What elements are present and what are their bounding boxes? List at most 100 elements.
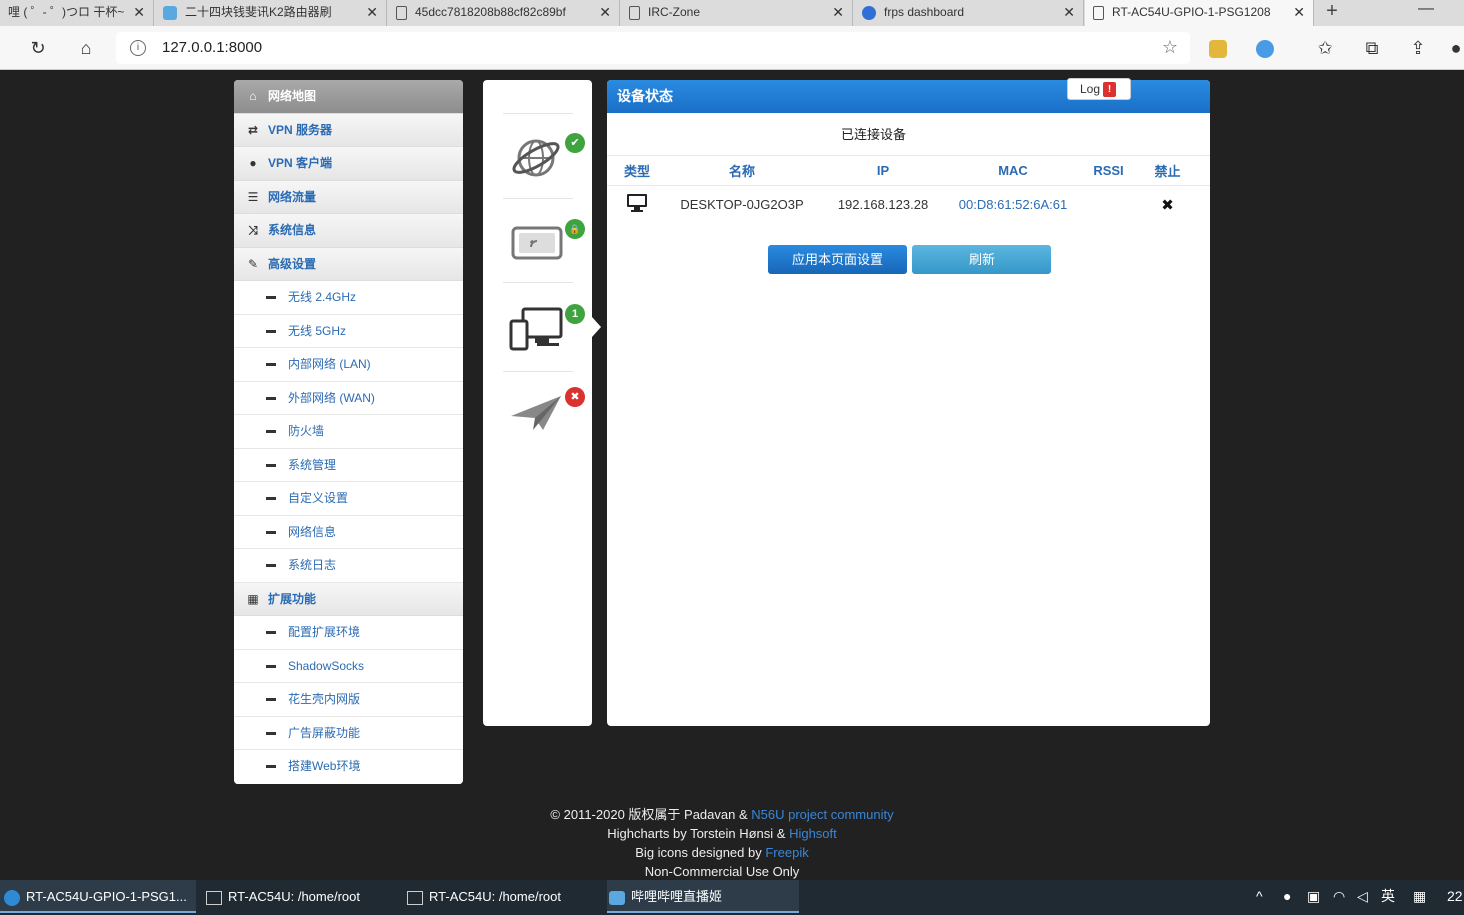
column-header[interactable]: RSSI <box>1077 155 1140 186</box>
taskbar-item-browser[interactable]: RT-AC54U-GPIO-1-PSG1... <box>0 880 196 913</box>
sidebar-subitem-administration[interactable]: 系统管理 <box>234 448 463 482</box>
log-alert-badge: ! <box>1103 82 1117 98</box>
collections-icon[interactable]: ⧉ <box>1361 36 1383 60</box>
close-icon[interactable]: ✕ <box>1063 0 1075 24</box>
os-taskbar: RT-AC54U-GPIO-1-PSG1... RT-AC54U: /home/… <box>0 880 1464 915</box>
column-header[interactable]: IP <box>817 155 949 186</box>
usb-paper-plane-icon[interactable] <box>509 384 567 442</box>
refresh-button[interactable]: 刷新 <box>912 245 1052 274</box>
clock[interactable]: 22 <box>1447 880 1463 913</box>
taskbar-item-terminal[interactable]: RT-AC54U: /home/root <box>204 880 399 913</box>
info-icon[interactable]: i <box>130 40 146 56</box>
internet-status-badge: ✔ <box>565 133 585 153</box>
sidebar-subitem-ext-env[interactable]: 配置扩展环境 <box>234 616 463 650</box>
footer-link[interactable]: Highsoft <box>789 826 837 841</box>
taskbar-item-terminal[interactable]: RT-AC54U: /home/root <box>405 880 600 913</box>
column-header[interactable]: MAC <box>949 155 1077 186</box>
divider <box>503 113 573 114</box>
keyboard-icon[interactable]: ▦ <box>1413 880 1426 913</box>
home-icon[interactable]: ⌂ <box>74 36 98 60</box>
browser-tab[interactable]: 哩 ( ゜- ゜)つロ 干杯~ ✕ <box>0 0 154 26</box>
taskbar-item-label: RT-AC54U-GPIO-1-PSG1... <box>26 889 187 904</box>
close-icon[interactable]: ✕ <box>366 0 378 24</box>
sidebar-subitem-adblock[interactable]: 广告屏蔽功能 <box>234 716 463 750</box>
microphone-icon[interactable]: ● <box>1283 880 1291 913</box>
sidebar-item-advanced[interactable]: ✎ 高级设置 <box>234 247 463 281</box>
device-mac-cell[interactable]: 00:D8:61:52:6A:61 <box>949 186 1077 224</box>
taskbar-item-label: RT-AC54U: /home/root <box>228 889 360 904</box>
tab-title: RT-AC54U-GPIO-1-PSG1208 <box>1112 5 1271 19</box>
sidebar-subitem-wireless-24[interactable]: 无线 2.4GHz <box>234 281 463 315</box>
share-icon[interactable]: ⇪ <box>1407 36 1429 60</box>
footer-link[interactable]: N56U project community <box>751 807 893 822</box>
sidebar-subitem-system-log[interactable]: 系统日志 <box>234 549 463 583</box>
wrench-icon: ✎ <box>247 256 259 271</box>
volume-icon[interactable]: ◁ <box>1357 880 1368 913</box>
profile-icon[interactable]: ● <box>1448 36 1464 60</box>
device-rssi-cell <box>1077 186 1140 224</box>
wifi-icon[interactable]: ◠ <box>1333 880 1345 913</box>
close-icon[interactable]: ✕ <box>1293 0 1305 24</box>
chevron-up-icon[interactable]: ^ <box>1256 880 1263 913</box>
sidebar-subitem-customization[interactable]: 自定义设置 <box>234 482 463 516</box>
sidebar-subitem-lan[interactable]: 内部网络 (LAN) <box>234 348 463 382</box>
footer-line: Non-Commercial Use Only <box>644 864 800 879</box>
favorite-star-icon[interactable]: ☆ <box>1162 37 1178 58</box>
sidebar-subitem-label: 防火墙 <box>288 424 325 438</box>
clients-monitor-icon[interactable] <box>509 301 567 359</box>
sidebar-subitem-wan[interactable]: 外部网络 (WAN) <box>234 381 463 415</box>
reload-icon[interactable]: ↻ <box>26 36 50 60</box>
sidebar-subitem-web-env[interactable]: 搭建Web环境 <box>234 750 463 784</box>
divider <box>503 198 573 199</box>
internet-globe-icon[interactable] <box>509 129 567 187</box>
sidebar-subitem-oray[interactable]: 花生壳内网版 <box>234 683 463 717</box>
list-icon: ☰ <box>247 189 259 204</box>
extension-icon[interactable] <box>1256 40 1274 58</box>
close-icon[interactable]: ✕ <box>832 0 844 24</box>
sidebar-item-vpn-server[interactable]: ⇄ VPN 服务器 <box>234 113 463 147</box>
sidebar-subitem-network-info[interactable]: 网络信息 <box>234 515 463 549</box>
wireless-router-icon[interactable] <box>509 213 567 271</box>
sidebar-subitem-shadowsocks[interactable]: ShadowSocks <box>234 649 463 683</box>
block-device-icon[interactable]: ✖ <box>1140 186 1195 224</box>
sidebar-subitem-firewall[interactable]: 防火墙 <box>234 415 463 449</box>
minimize-icon[interactable]: — <box>1416 0 1436 26</box>
bilibili-live-icon <box>609 890 625 905</box>
close-icon[interactable]: ✕ <box>133 0 145 24</box>
footer-link[interactable]: Freepik <box>765 845 808 860</box>
favorites-icon[interactable]: ✩ <box>1314 36 1336 60</box>
sidebar-subitem-wireless-5[interactable]: 无线 5GHz <box>234 314 463 348</box>
browser-tab[interactable]: 45dcc7818208b88cf82c89bf ✕ <box>388 0 620 26</box>
sidebar-item-traffic[interactable]: ☰ 网络流量 <box>234 180 463 214</box>
dash-icon <box>266 664 276 668</box>
new-tab-icon[interactable]: + <box>1322 0 1342 26</box>
tab-title: 45dcc7818208b88cf82c89bf <box>415 5 566 19</box>
browser-tab[interactable]: frps dashboard ✕ <box>854 0 1084 26</box>
sidebar-item-vpn-client[interactable]: ● VPN 客户端 <box>234 147 463 181</box>
browser-tab-active[interactable]: RT-AC54U-GPIO-1-PSG1208 ✕ <box>1085 0 1314 28</box>
footer-line: Highcharts by Torstein Hønsi & Highsoft <box>0 824 1444 843</box>
sidebar-item-network-map[interactable]: ⌂ 网络地图 <box>234 80 463 114</box>
close-icon[interactable]: ✕ <box>599 0 611 24</box>
log-button[interactable]: Log! <box>1067 78 1131 100</box>
network-icon[interactable]: ▣ <box>1307 880 1320 913</box>
apply-settings-button[interactable]: 应用本页面设置 <box>768 245 907 274</box>
column-header[interactable]: 禁止 <box>1140 155 1195 186</box>
extension-icon[interactable] <box>1209 40 1227 58</box>
device-name-cell[interactable]: DESKTOP-0JG2O3P <box>667 186 817 224</box>
dash-icon <box>266 530 276 534</box>
column-header[interactable]: 类型 <box>607 155 667 186</box>
sidebar-item-extensions[interactable]: ▦ 扩展功能 <box>234 582 463 616</box>
browser-tab[interactable]: 二十四块钱斐讯K2路由器刷 ✕ <box>155 0 387 26</box>
log-label: Log <box>1080 82 1101 96</box>
taskbar-item-bilibili-live[interactable]: 哔哩哔哩直播姬 <box>607 880 799 913</box>
divider <box>503 282 573 283</box>
column-header[interactable]: 名称 <box>667 155 817 186</box>
url-input[interactable]: i 127.0.0.1:8000 ☆ <box>116 32 1190 64</box>
browser-tab[interactable]: IRC-Zone ✕ <box>621 0 853 26</box>
sidebar-subitem-label: 系统日志 <box>288 558 337 572</box>
dash-icon <box>266 430 276 434</box>
sidebar-item-label: 系统信息 <box>268 223 317 237</box>
sidebar-item-system-info[interactable]: ⤨ 系统信息 <box>234 214 463 248</box>
ime-indicator[interactable]: 英 <box>1381 880 1395 913</box>
